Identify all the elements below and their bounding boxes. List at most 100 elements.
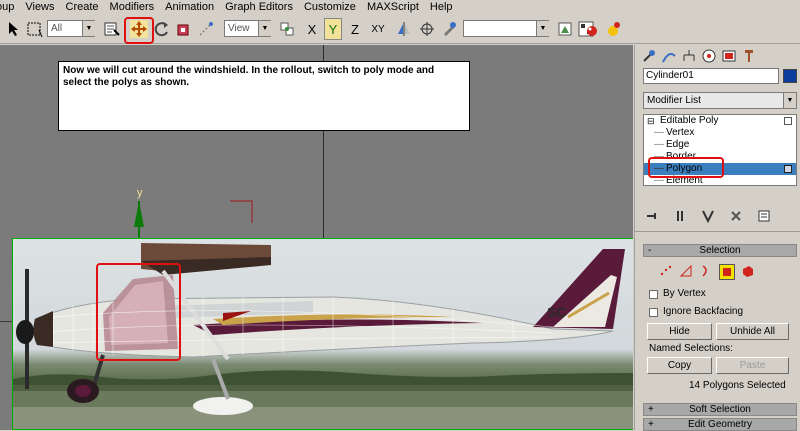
chevron-down-icon: ▼ [536, 21, 549, 36]
stack-item-vertex[interactable]: — Vertex [644, 127, 796, 139]
axis-xy-label: XY [371, 23, 385, 35]
manipulate-icon[interactable] [198, 18, 214, 40]
axis-x-label: X [307, 21, 317, 37]
motion-tab-icon[interactable] [701, 48, 717, 64]
active-shade-teapot-icon[interactable] [604, 18, 622, 40]
ignore-backfacing-checkbox[interactable] [649, 308, 658, 317]
axis-x-button[interactable]: X [304, 18, 320, 40]
stack-root-label: Editable Poly [660, 115, 719, 126]
polygon-highlight [648, 157, 724, 178]
reference-coord-dropdown[interactable]: View ▼ [224, 20, 271, 37]
edit-geometry-title: Edit Geometry [688, 419, 752, 430]
pivot-center-icon[interactable] [277, 18, 297, 40]
selection-filter-dropdown[interactable]: All ▼ [47, 20, 95, 37]
menu-views[interactable]: Views [19, 0, 59, 14]
axis-xy-button[interactable]: XY [368, 18, 388, 40]
svg-text:SC: SC [547, 304, 566, 320]
edit-geometry-rollout-header[interactable]: + Edit Geometry [643, 418, 797, 431]
polygon-level-icon [784, 165, 792, 173]
remove-modifier-icon[interactable] [729, 209, 743, 225]
stack-edge-label: Edge [666, 139, 690, 150]
pin-stack-icon[interactable] [645, 209, 659, 225]
modify-tab-icon[interactable] [661, 48, 677, 64]
main-toolbar: All ▼ View ▼ X Y Z XY ▼ [0, 14, 800, 44]
show-end-result-icon[interactable] [784, 117, 792, 125]
mirror-icon[interactable] [396, 18, 412, 40]
display-tab-icon[interactable] [721, 48, 737, 64]
menu-create[interactable]: Create [60, 0, 104, 14]
menu-animation[interactable]: Animation [159, 0, 219, 14]
element-mode-icon[interactable] [741, 264, 755, 281]
menu-maxscript[interactable]: MAXScript [361, 0, 424, 14]
select-arrow-icon[interactable] [6, 18, 20, 40]
instruction-text: Now we will cut around the windshield. I… [63, 65, 435, 88]
chevron-down-icon: ▼ [258, 21, 271, 36]
select-region-icon[interactable] [24, 18, 44, 40]
object-name-value: Cylinder01 [646, 70, 694, 81]
expand-rollout-icon: + [648, 419, 654, 430]
paste-button-label: Paste [739, 360, 766, 371]
edge-mode-icon[interactable] [679, 264, 693, 281]
chevron-down-icon: ▼ [783, 93, 796, 108]
modifier-list-label: Modifier List [647, 95, 701, 106]
chevron-down-icon: ▼ [82, 21, 95, 36]
by-vertex-label: By Vertex [663, 288, 706, 299]
selection-rollout-title: Selection [699, 245, 741, 256]
hierarchy-tab-icon[interactable] [681, 48, 697, 64]
polygon-mode-icon[interactable] [719, 264, 735, 280]
object-color-swatch[interactable] [783, 69, 797, 83]
align-icon[interactable] [418, 18, 436, 40]
border-mode-icon[interactable] [699, 264, 713, 281]
select-and-scale-icon[interactable] [176, 18, 192, 40]
menu-help[interactable]: Help [424, 0, 458, 14]
selection-filter-value: All [51, 23, 63, 34]
windshield-selection-highlight [96, 263, 181, 361]
select-and-rotate-icon[interactable] [154, 18, 170, 40]
stack-tools [645, 209, 795, 225]
named-selection-dropdown[interactable]: ▼ [463, 20, 549, 37]
ignore-backfacing-label: Ignore Backfacing [663, 306, 744, 317]
menu-modifiers[interactable]: Modifiers [104, 0, 160, 14]
copy-button[interactable]: Copy [647, 357, 712, 374]
instruction-note: Now we will cut around the windshield. I… [58, 61, 470, 131]
unhide-all-button-label: Unhide All [729, 326, 776, 337]
render-setup-icon[interactable] [556, 18, 574, 40]
axis-z-label: Z [351, 21, 359, 37]
reference-coord-value: View [228, 23, 250, 34]
menu-customize[interactable]: Customize [298, 0, 361, 14]
stack-item-edge[interactable]: — Edge [644, 139, 796, 151]
menu-bar: oup Views Create Modifiers Animation Gra… [0, 0, 800, 14]
paste-button[interactable]: Paste [716, 357, 789, 374]
selection-status-text: 14 Polygons Selected [689, 380, 786, 391]
modifier-stack[interactable]: ⊟ Editable Poly — Vertex — Edge — Border — P… [643, 114, 797, 186]
axis-z-button[interactable]: Z [347, 18, 363, 40]
viewport-front[interactable]: Now we will cut around the windshield. I… [0, 45, 633, 430]
hide-button-label: Hide [669, 326, 690, 337]
by-vertex-checkbox[interactable] [649, 290, 658, 299]
material-editor-icon[interactable] [440, 18, 458, 40]
object-name-field[interactable]: Cylinder01 [643, 68, 779, 84]
select-by-name-icon[interactable] [104, 18, 120, 40]
hide-button[interactable]: Hide [647, 323, 712, 340]
utilities-tab-icon[interactable] [741, 48, 757, 64]
modifier-list-dropdown[interactable]: Modifier List ▼ [643, 92, 797, 109]
command-panel: Cylinder01 Modifier List ▼ ⊟ Editable Po… [634, 45, 800, 431]
stack-item-editable-poly[interactable]: ⊟ Editable Poly [644, 115, 796, 127]
soft-selection-rollout-header[interactable]: + Soft Selection [643, 403, 797, 416]
axis-y-button[interactable]: Y [324, 18, 342, 40]
menu-graph-editors[interactable]: Graph Editors [219, 0, 298, 14]
configure-sets-icon[interactable] [757, 209, 771, 225]
vertex-mode-icon[interactable] [659, 264, 673, 281]
unhide-all-button[interactable]: Unhide All [716, 323, 789, 340]
show-end-result-toggle-icon[interactable] [673, 209, 687, 225]
subobject-level-buttons [659, 264, 755, 280]
move-tool-highlight [124, 17, 154, 44]
make-unique-icon[interactable] [701, 209, 715, 225]
collapse-minus-icon[interactable]: ⊟ [647, 115, 655, 127]
collapse-rollout-icon: - [648, 245, 652, 256]
selection-rollout-header[interactable]: - Selection [643, 244, 797, 257]
quick-render-teapot-icon[interactable] [584, 18, 600, 40]
copy-button-label: Copy [667, 360, 692, 371]
menu-group[interactable]: oup [0, 0, 19, 14]
create-tab-icon[interactable] [641, 48, 657, 64]
